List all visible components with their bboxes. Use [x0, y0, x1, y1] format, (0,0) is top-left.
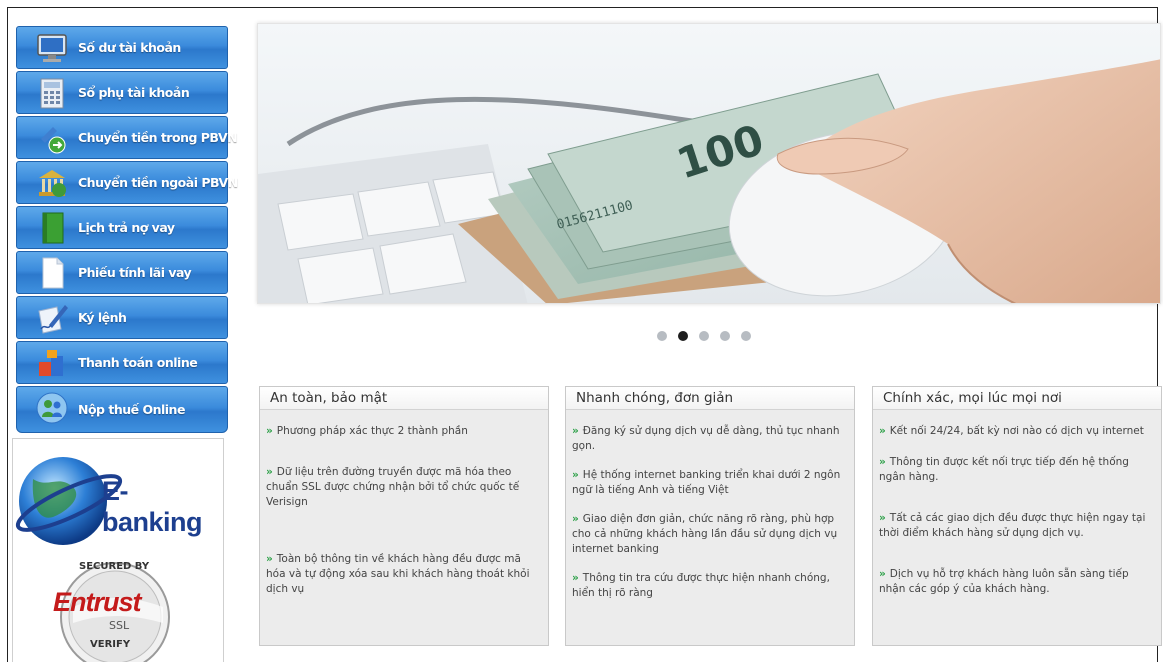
feature-column-security: An toàn, bảo mật » Phương pháp xác thực 2…	[259, 386, 549, 646]
bullet-arrow-icon: »	[879, 456, 886, 468]
bullet-arrow-icon: »	[266, 425, 273, 437]
sidebar-item-internal-transfer[interactable]: Chuyển tiền trong PBVN	[16, 116, 238, 159]
feature-item: » Kết nối 24/24, bất kỳ nơi nào có dịch v…	[879, 425, 1144, 437]
seal-secured-text: SECURED BY	[79, 561, 150, 572]
hero-banner: 100 0156211100	[257, 23, 1161, 304]
bullet-arrow-icon: »	[266, 466, 273, 478]
sidebar-item-label: Ký lệnh	[78, 310, 127, 325]
sidebar-item-label: Phiếu tính lãi vay	[78, 265, 192, 280]
sidebar-item-account-statement[interactable]: Sổ phụ tài khoản	[16, 71, 228, 114]
sidebar-item-interest-calc[interactable]: Phiếu tính lãi vay	[16, 251, 228, 294]
users-globe-icon	[36, 392, 68, 424]
feature-item: » Phương pháp xác thực 2 thành phần	[266, 425, 468, 437]
sidebar-item-label: Thanh toán online	[78, 355, 198, 370]
sidebar-item-tax-payment[interactable]: Nộp thuế Online	[16, 386, 228, 433]
feature-item: » Dữ liệu trên đường truyền được mã hóa t…	[266, 466, 520, 508]
feature-item: » Hệ thống internet banking triển khai dư…	[572, 469, 841, 496]
sidebar-item-label: Chuyển tiền ngoài PBVN	[78, 175, 238, 190]
seal-brand-text: Entrust	[53, 587, 141, 617]
sidebar-item-label: Số dư tài khoản	[78, 40, 181, 55]
feature-item: » Toàn bộ thông tin về khách hàng đều đượ…	[266, 553, 530, 595]
feature-column-accuracy: Chính xác, mọi lúc mọi nơi » Kết nối 24/2…	[872, 386, 1162, 646]
green-book-icon	[42, 212, 64, 244]
bullet-arrow-icon: »	[879, 425, 886, 437]
blocks-icon	[39, 350, 63, 376]
sidebar-item-label: Sổ phụ tài khoản	[78, 85, 190, 100]
seal-ssl-text: SSL	[109, 619, 130, 632]
sidebar-item-label: Nộp thuế Online	[78, 402, 185, 417]
ebanking-logo-text: E-banking	[102, 476, 203, 537]
carousel-dot-1[interactable]	[657, 331, 667, 341]
column-title: An toàn, bảo mật	[260, 387, 548, 410]
feature-item: » Tất cả các giao dịch đều được thực hiện…	[879, 512, 1146, 539]
sidebar-item-label: Chuyển tiền trong PBVN	[78, 130, 238, 145]
feature-column-speed: Nhanh chóng, đơn giản » Đăng ký sử dụng d…	[565, 386, 855, 646]
bank-building-icon	[39, 170, 66, 197]
feature-item: » Thông tin tra cứu được thực hiện nhanh …	[572, 572, 830, 599]
banner-image: 100 0156211100	[258, 24, 1160, 303]
bullet-arrow-icon: »	[572, 469, 579, 481]
carousel-dots	[657, 331, 751, 341]
document-icon	[42, 257, 64, 289]
money-transfer-icon	[41, 127, 66, 154]
sidebar-item-account-balance[interactable]: Số dư tài khoản	[16, 26, 228, 69]
column-title: Chính xác, mọi lúc mọi nơi	[873, 387, 1161, 410]
sidebar-menu: Số dư tài khoản Sổ phụ tài khoản Chuyển …	[16, 26, 238, 435]
feature-item: » Đăng ký sử dụng dịch vụ dễ dàng, thủ tụ…	[572, 425, 840, 452]
bullet-arrow-icon: »	[879, 512, 886, 524]
column-title: Nhanh chóng, đơn giản	[566, 387, 854, 410]
bullet-arrow-icon: »	[572, 572, 579, 584]
feature-item: » Thông tin được kết nối trực tiếp đến hệ…	[879, 456, 1129, 483]
pen-sign-icon	[38, 305, 68, 334]
sidebar-item-online-payment[interactable]: Thanh toán online	[16, 341, 228, 384]
ebanking-badge: E-banking SECURED BY Entrust SSL VERIFY	[12, 438, 224, 662]
carousel-dot-4[interactable]	[720, 331, 730, 341]
feature-item: » Dịch vụ hỗ trợ khách hàng luôn sẵn sàng…	[879, 568, 1129, 595]
monitor-icon	[37, 34, 67, 62]
bullet-arrow-icon: »	[266, 553, 273, 565]
calculator-icon	[40, 78, 64, 109]
sidebar-item-external-transfer[interactable]: Chuyển tiền ngoài PBVN	[16, 161, 238, 204]
carousel-dot-5[interactable]	[741, 331, 751, 341]
bullet-arrow-icon: »	[572, 425, 579, 437]
bullet-arrow-icon: »	[879, 568, 886, 580]
carousel-dot-2[interactable]	[678, 331, 688, 341]
carousel-dot-3[interactable]	[699, 331, 709, 341]
feature-item: » Giao diện đơn giản, chức năng rõ ràng, …	[572, 513, 838, 555]
seal-verify-text: VERIFY	[90, 639, 131, 650]
sidebar-item-sign-order[interactable]: Ký lệnh	[16, 296, 228, 339]
sidebar-item-label: Lịch trả nợ vay	[78, 220, 175, 235]
bullet-arrow-icon: »	[572, 513, 579, 525]
sidebar-item-loan-schedule[interactable]: Lịch trả nợ vay	[16, 206, 228, 249]
